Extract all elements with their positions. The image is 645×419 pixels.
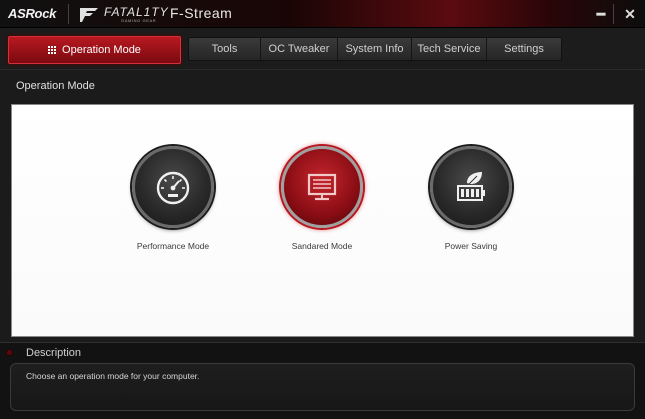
fatality-subtitle: GAMING GEAR bbox=[121, 18, 157, 23]
window-button-divider bbox=[613, 4, 614, 24]
tab-oc-tweaker-label: OC Tweaker bbox=[268, 43, 330, 55]
description-section: Description Choose an operation mode for… bbox=[0, 342, 645, 419]
title-bar: ASRock FATAL1TY GAMING GEAR F-Stream ━ ✕ bbox=[0, 0, 645, 28]
power-saving-option[interactable]: Power Saving bbox=[411, 146, 531, 251]
description-indicator-icon bbox=[6, 349, 13, 356]
tab-operation-mode[interactable]: Operation Mode bbox=[8, 36, 181, 64]
description-box: Choose an operation mode for your comput… bbox=[10, 363, 635, 411]
fatality-logo-icon bbox=[80, 8, 98, 22]
description-text: Choose an operation mode for your comput… bbox=[26, 371, 200, 381]
power-saving-label: Power Saving bbox=[444, 241, 498, 251]
close-icon: ✕ bbox=[624, 5, 636, 22]
tab-settings-label: Settings bbox=[504, 43, 544, 55]
tab-system-info[interactable]: System Info bbox=[338, 38, 412, 60]
performance-mode-button[interactable] bbox=[132, 146, 214, 228]
minimize-button[interactable]: ━ bbox=[590, 3, 612, 25]
monitor-icon bbox=[307, 173, 337, 201]
leaf-battery-icon bbox=[457, 172, 485, 201]
grid-icon bbox=[48, 46, 57, 54]
tab-tech-service[interactable]: Tech Service bbox=[412, 38, 487, 60]
performance-mode-label: Performance Mode bbox=[136, 241, 210, 251]
power-saving-button[interactable] bbox=[430, 146, 512, 228]
fatality-wordmark: FATAL1TY bbox=[104, 5, 169, 19]
operation-mode-panel: Performance Mode Sandared Mode Power Sav… bbox=[11, 104, 634, 337]
performance-mode-option[interactable]: Performance Mode bbox=[113, 146, 233, 251]
tab-settings[interactable]: Settings bbox=[487, 38, 561, 60]
title-divider bbox=[68, 4, 69, 24]
standard-mode-button[interactable] bbox=[281, 146, 363, 228]
asrock-logo: ASRock bbox=[8, 6, 57, 21]
tab-system-info-label: System Info bbox=[345, 43, 404, 55]
standard-mode-label: Sandared Mode bbox=[291, 241, 353, 251]
page-title: Operation Mode bbox=[16, 80, 95, 92]
tab-tools-label: Tools bbox=[211, 43, 238, 55]
tab-strip: Tools OC Tweaker System Info Tech Servic… bbox=[188, 37, 562, 61]
tab-operation-mode-label: Operation Mode bbox=[62, 44, 141, 56]
minimize-icon: ━ bbox=[596, 5, 606, 22]
tab-tech-service-label: Tech Service bbox=[417, 43, 481, 55]
app-title: F-Stream bbox=[170, 5, 233, 21]
close-button[interactable]: ✕ bbox=[619, 3, 641, 25]
tab-oc-tweaker[interactable]: OC Tweaker bbox=[261, 38, 338, 60]
tab-tools[interactable]: Tools bbox=[189, 38, 261, 60]
standard-mode-option[interactable]: Sandared Mode bbox=[262, 146, 382, 251]
main-navigation: Operation Mode Tools OC Tweaker System I… bbox=[0, 28, 645, 70]
speedometer-icon bbox=[156, 171, 190, 205]
description-title: Description bbox=[26, 347, 82, 359]
